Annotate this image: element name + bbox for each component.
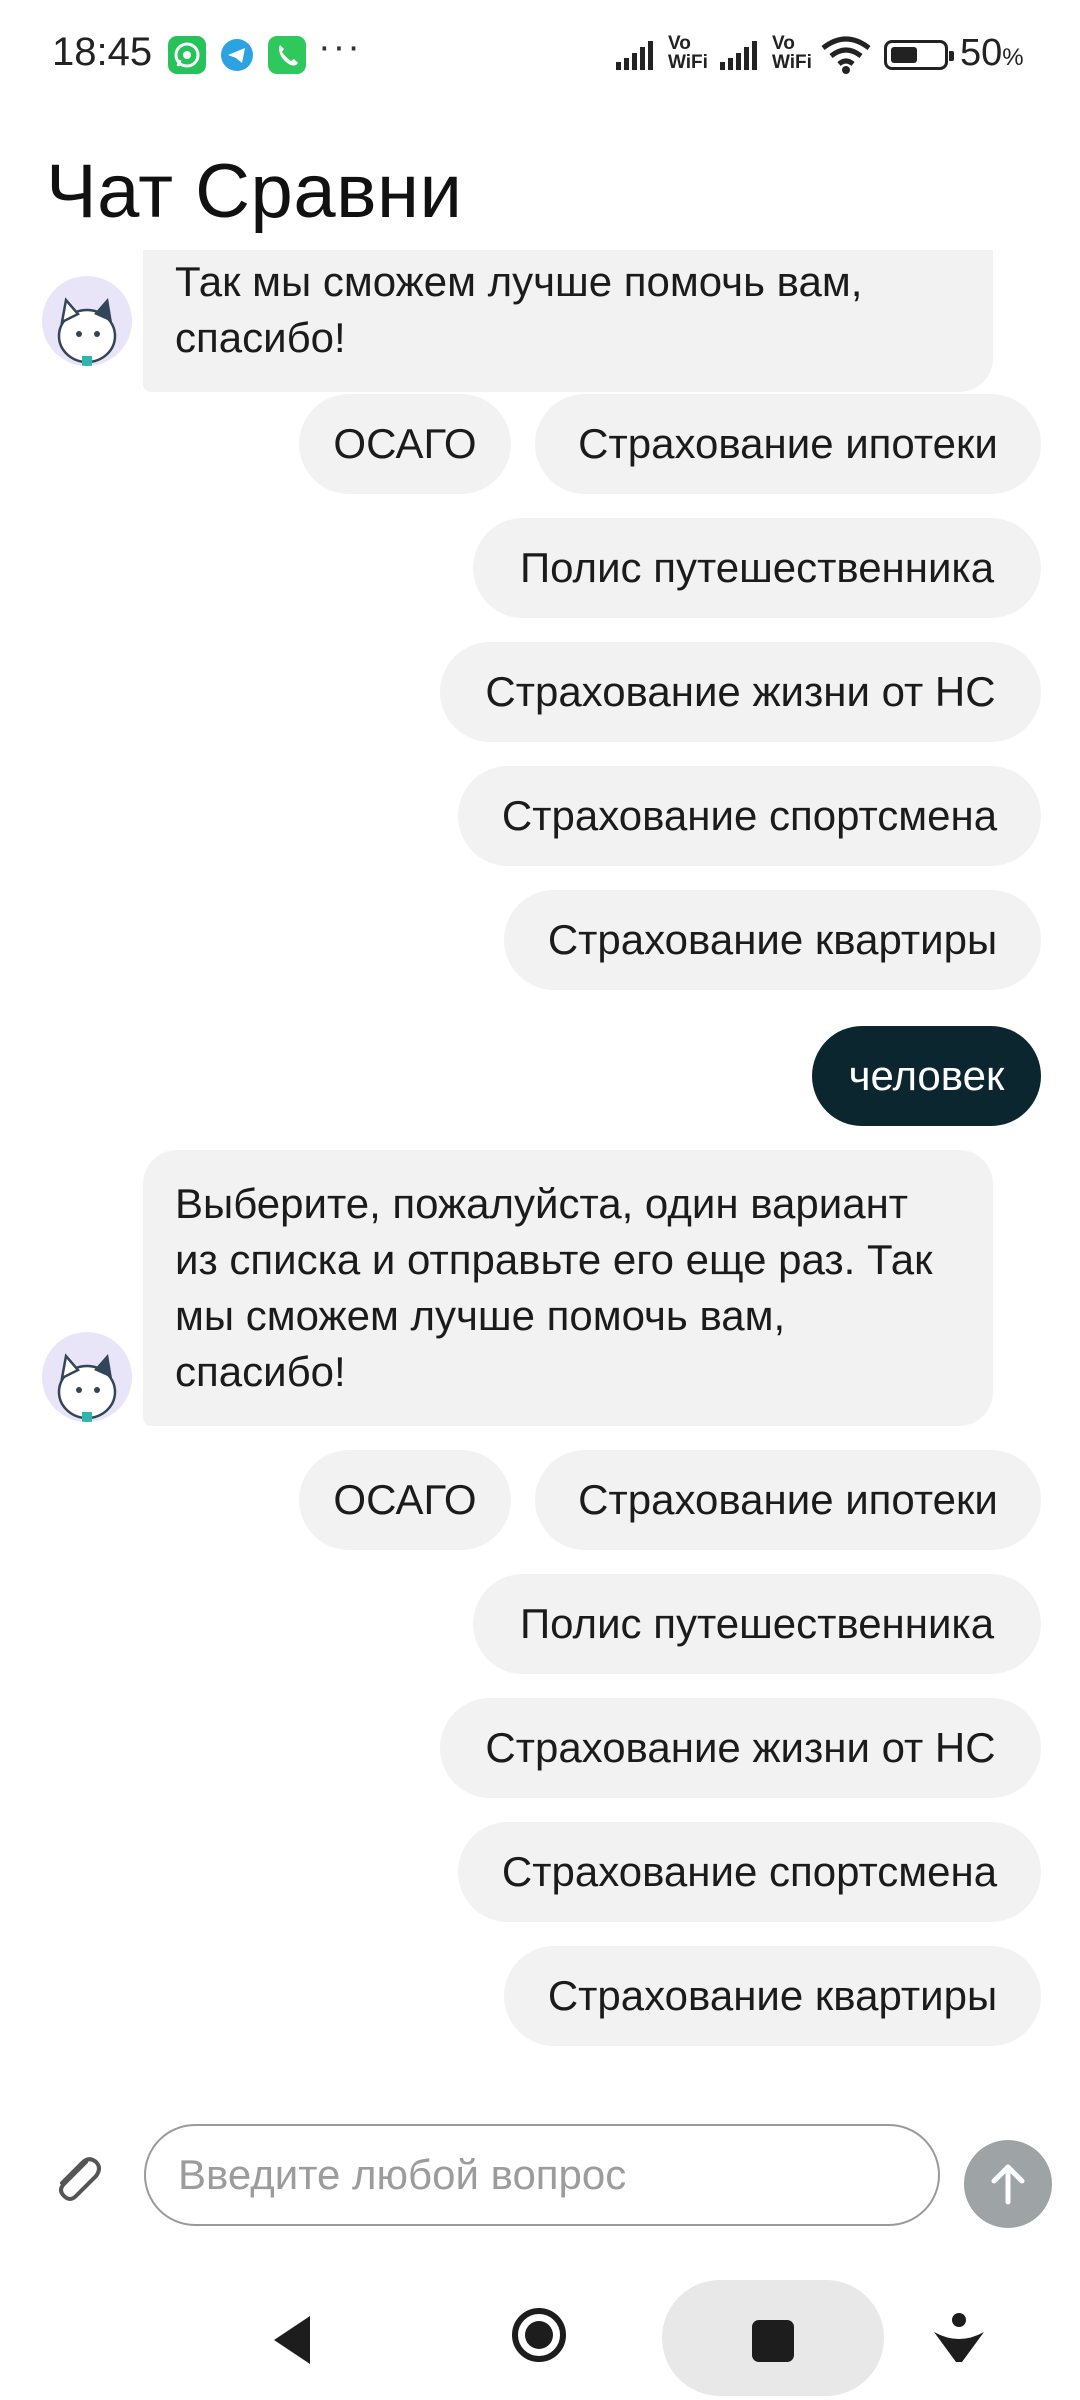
nav-assistant-button[interactable] <box>928 2306 990 2373</box>
message-input[interactable] <box>144 2124 940 2226</box>
bot-message: Так мы сможем лучше помочь вам, спасибо! <box>143 250 993 392</box>
send-button[interactable] <box>964 2140 1052 2228</box>
page-title: Чат Сравни <box>46 149 463 234</box>
chat-history[interactable]: Так мы сможем лучше помочь вам, спасибо!… <box>0 250 1080 2050</box>
vowifi-label: Vo WiFi <box>668 33 708 73</box>
option-chip-athlete-insurance[interactable]: Страхование спортсмена <box>458 766 1041 866</box>
attach-button[interactable] <box>46 2148 108 2210</box>
battery-icon <box>884 40 954 70</box>
option-chip-athlete-insurance[interactable]: Страхование спортсмена <box>458 1822 1041 1922</box>
signal-icon <box>616 38 660 75</box>
more-notifications-icon: ··· <box>318 26 362 68</box>
arrow-up-icon <box>991 2164 1025 2205</box>
option-chip-travel-policy[interactable]: Полис путешественника <box>473 1574 1041 1674</box>
wifi-icon <box>820 36 872 79</box>
telegram-icon <box>218 36 256 74</box>
vowifi-label-2: Vo WiFi <box>772 33 812 73</box>
option-chip-apartment-insurance[interactable]: Страхование квартиры <box>504 890 1041 990</box>
nav-back-button[interactable] <box>268 2312 316 2373</box>
option-chip-mortgage-insurance[interactable]: Страхование ипотеки <box>535 394 1041 494</box>
option-chip-life-insurance[interactable]: Страхование жизни от НС <box>440 642 1041 742</box>
bot-avatar <box>42 276 132 366</box>
nav-home-button[interactable] <box>508 2304 570 2371</box>
status-time: 18:45 <box>52 30 153 74</box>
user-message: человек <box>812 1026 1041 1126</box>
whatsapp-icon <box>168 36 206 74</box>
option-chip-osago[interactable]: ОСАГО <box>299 1450 511 1550</box>
home-circle-icon <box>512 2308 566 2362</box>
signal-icon-2 <box>720 38 764 75</box>
option-chip-life-insurance[interactable]: Страхование жизни от НС <box>440 1698 1041 1798</box>
option-chip-apartment-insurance[interactable]: Страхование квартиры <box>504 1946 1041 2046</box>
option-chip-osago[interactable]: ОСАГО <box>299 394 511 494</box>
back-triangle-icon <box>274 2316 310 2364</box>
option-chip-travel-policy[interactable]: Полис путешественника <box>473 518 1041 618</box>
battery-percent: 50% <box>960 32 1024 74</box>
assistant-icon <box>934 2313 984 2362</box>
bot-message: Выберите, пожалуйста, один вариант из сп… <box>143 1150 993 1426</box>
status-bar: 18:45 ··· Vo WiFi Vo WiFi 50% <box>0 0 1080 110</box>
phone-icon <box>268 36 306 74</box>
option-chip-mortgage-insurance[interactable]: Страхование ипотеки <box>535 1450 1041 1550</box>
recents-square-icon <box>752 2320 794 2362</box>
bot-avatar <box>42 1332 132 1422</box>
paperclip-icon <box>59 2157 101 2201</box>
